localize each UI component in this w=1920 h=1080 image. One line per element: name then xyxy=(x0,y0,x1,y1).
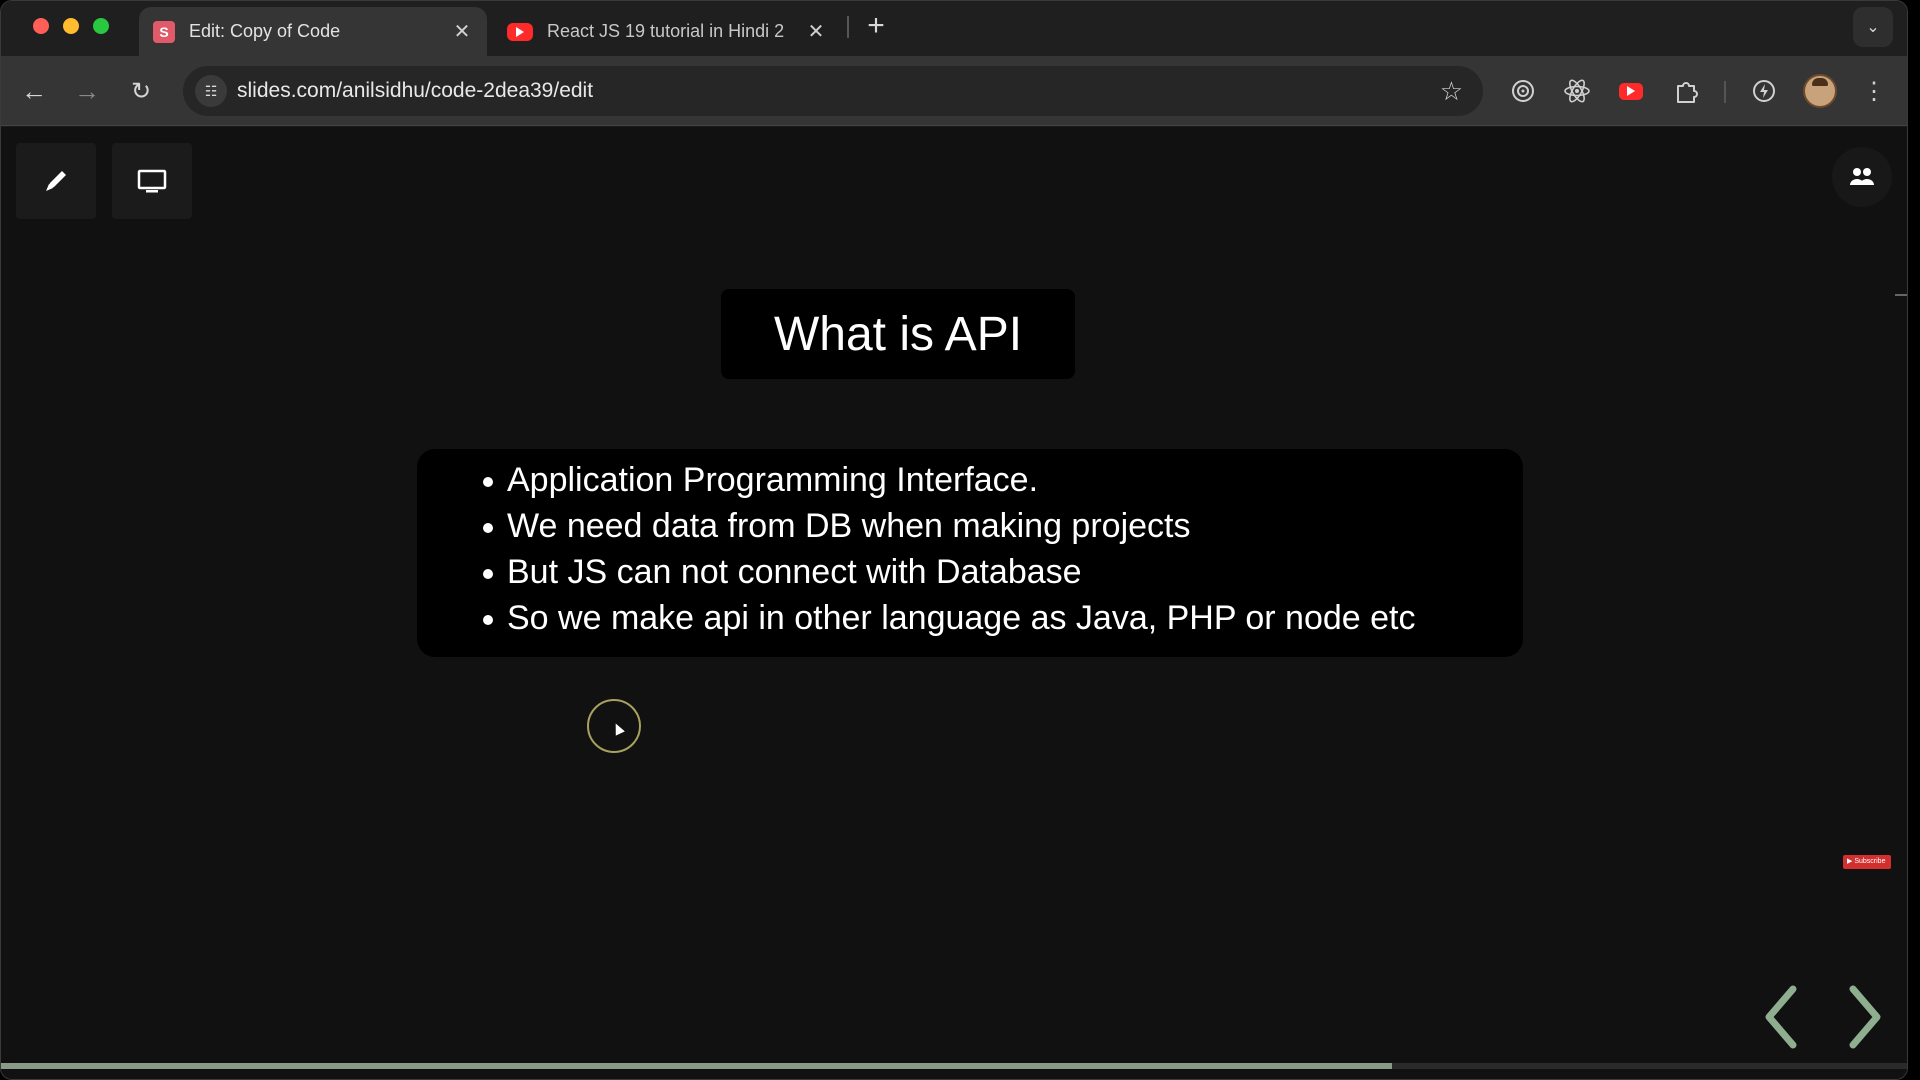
slide-progress-fill xyxy=(1,1063,1393,1069)
close-tab-icon[interactable]: ✕ xyxy=(805,19,827,44)
bullet-item: But JS can not connect with Database xyxy=(483,549,1523,595)
monitor-icon xyxy=(137,169,167,193)
reload-icon[interactable]: ↻ xyxy=(125,75,157,107)
window-maximize-button[interactable] xyxy=(93,18,109,34)
react-icon[interactable] xyxy=(1560,74,1594,108)
tab-strip: S Edit: Copy of Code ✕ React JS 19 tutor… xyxy=(1,1,1907,56)
pencil-icon xyxy=(46,171,66,191)
forward-arrow-icon[interactable]: → xyxy=(71,75,103,107)
speed-icon[interactable] xyxy=(1747,74,1781,108)
target-icon[interactable] xyxy=(1506,74,1540,108)
bookmark-star-icon[interactable]: ☆ xyxy=(1440,76,1463,107)
slides-viewport: What is API Application Programming Inte… xyxy=(1,127,1907,1079)
puzzle-icon[interactable] xyxy=(1669,74,1703,108)
edit-pencil-button[interactable] xyxy=(16,143,96,219)
slide-title: What is API xyxy=(773,307,1023,361)
slide-bullets-box[interactable]: Application Programming Interface. We ne… xyxy=(417,449,1523,657)
scroll-indicator xyxy=(1895,294,1907,296)
browser-window: S Edit: Copy of Code ✕ React JS 19 tutor… xyxy=(0,0,1908,1080)
close-tab-icon[interactable]: ✕ xyxy=(451,19,473,44)
youtube-icon[interactable] xyxy=(1614,74,1648,108)
present-button[interactable] xyxy=(112,143,192,219)
window-close-button[interactable] xyxy=(33,18,49,34)
bullet-item: Application Programming Interface. xyxy=(483,457,1523,503)
browser-toolbar: ← → ↻ ☷ slides.com/anilsidhu/code-2dea39… xyxy=(1,56,1907,126)
new-tab-button[interactable]: + xyxy=(861,9,891,43)
site-settings-icon[interactable]: ☷ xyxy=(195,75,227,107)
profile-avatar[interactable] xyxy=(1803,74,1837,108)
address-bar[interactable]: ☷ slides.com/anilsidhu/code-2dea39/edit … xyxy=(183,66,1483,116)
previous-slide-arrow-icon[interactable] xyxy=(1753,977,1809,1057)
people-icon xyxy=(1850,168,1874,185)
url-text[interactable]: slides.com/anilsidhu/code-2dea39/edit xyxy=(237,79,593,103)
tab-search-chevron-icon[interactable]: ⌄ xyxy=(1853,7,1893,47)
youtube-favicon-icon xyxy=(507,22,533,41)
collaborators-button[interactable] xyxy=(1832,147,1892,207)
tab-title: React JS 19 tutorial in Hindi 2 xyxy=(547,21,785,41)
toolbar-divider xyxy=(1724,81,1726,103)
tab-divider xyxy=(847,16,849,38)
bullet-item: So we make api in other language as Java… xyxy=(483,595,1523,641)
tab-title: Edit: Copy of Code xyxy=(189,21,341,41)
bullet-item: We need data from DB when making project… xyxy=(483,503,1523,549)
back-arrow-icon[interactable]: ← xyxy=(18,75,50,107)
subscribe-badge-icon: ▶ Subscribe xyxy=(1843,855,1891,869)
more-menu-icon[interactable]: ⋮ xyxy=(1857,74,1891,108)
slides-favicon-icon: S xyxy=(153,20,175,43)
window-minimize-button[interactable] xyxy=(63,18,79,34)
tab-slides-edit[interactable]: S Edit: Copy of Code ✕ xyxy=(139,7,487,56)
next-slide-arrow-icon[interactable] xyxy=(1837,977,1893,1057)
slide-title-box[interactable]: What is API xyxy=(721,289,1075,379)
slide-progress-bar[interactable] xyxy=(1,1063,1907,1069)
tab-youtube[interactable]: React JS 19 tutorial in Hindi 2 ✕ xyxy=(493,7,841,56)
